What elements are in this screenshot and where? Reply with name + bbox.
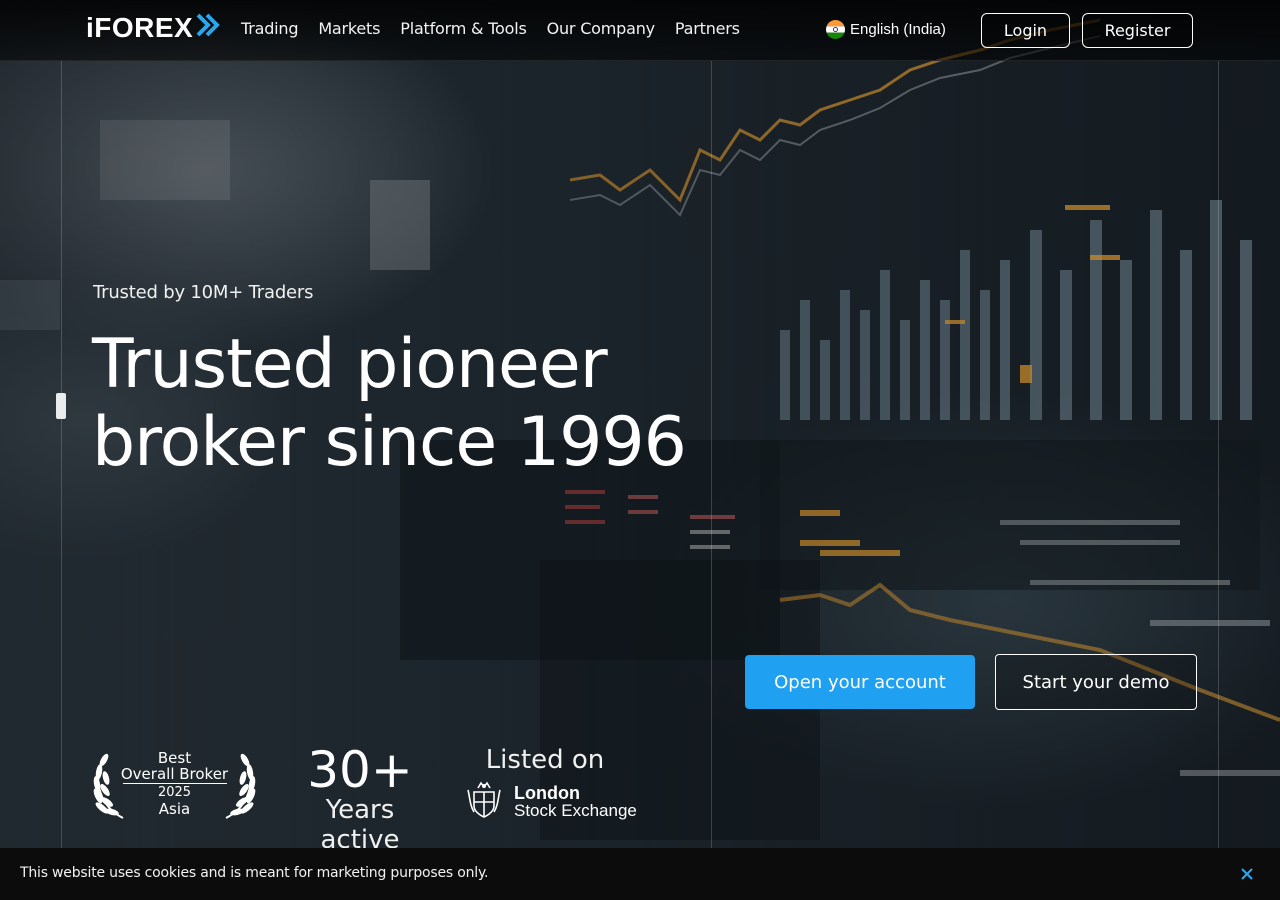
lse-line-london: London [514, 783, 580, 803]
years-active-value: 30+ [307, 741, 413, 799]
headline-line-1: Trusted pioneer [92, 325, 608, 404]
hero-tagline: Trusted by 10M+ Traders [93, 282, 314, 303]
language-label: English (India) [850, 21, 946, 38]
nav-item-markets[interactable]: Markets [318, 19, 380, 38]
award-badge: Best Overall Broker 2025 Asia [93, 748, 256, 822]
double-chevron-icon [195, 12, 221, 44]
nav-item-trading[interactable]: Trading [241, 19, 299, 38]
iforex-logo[interactable]: iFOREX [86, 12, 221, 44]
award-line-year: 2025 [157, 785, 192, 800]
india-flag-icon [826, 20, 845, 39]
register-button[interactable]: Register [1082, 13, 1193, 48]
award-divider [122, 783, 227, 784]
award-line-region: Asia [158, 800, 191, 818]
main-nav: Trading Markets Platform & Tools Our Com… [241, 19, 740, 38]
nav-item-partners[interactable]: Partners [675, 19, 740, 38]
start-demo-button[interactable]: Start your demo [995, 654, 1197, 710]
lse-logo: London Stock Exchange [464, 780, 637, 824]
login-button[interactable]: Login [981, 13, 1070, 48]
guide-line-right [1218, 60, 1219, 850]
award-text: Best Overall Broker 2025 Asia [93, 750, 256, 817]
cookie-message: This website uses cookies and is meant f… [20, 865, 489, 881]
lse-crest-icon [464, 780, 504, 824]
open-account-button[interactable]: Open your account [745, 655, 975, 709]
logo-text: iFOREX [86, 12, 194, 43]
cookie-banner: This website uses cookies and is meant f… [0, 848, 1280, 900]
lse-wordmark: London Stock Exchange [514, 783, 637, 820]
lse-line-stock-exchange: Stock Exchange [514, 801, 637, 820]
years-active-label: Years active [320, 795, 400, 855]
guide-line-left [61, 60, 62, 850]
hero-headline: Trusted pioneer broker since 1996 [92, 326, 732, 482]
nav-item-platform-tools[interactable]: Platform & Tools [400, 19, 527, 38]
slide-indicator[interactable] [56, 393, 66, 419]
close-icon[interactable] [1239, 864, 1255, 884]
nav-item-our-company[interactable]: Our Company [547, 19, 656, 38]
language-selector[interactable]: English (India) [826, 20, 946, 39]
award-line-overall-broker: Overall Broker [120, 765, 229, 783]
award-line-best: Best [157, 749, 192, 767]
headline-line-2: broker since 1996 [92, 403, 687, 482]
top-navigation-bar: iFOREX Trading Markets Platform & Tools … [0, 0, 1280, 61]
listed-on-label: Listed on [485, 745, 605, 775]
